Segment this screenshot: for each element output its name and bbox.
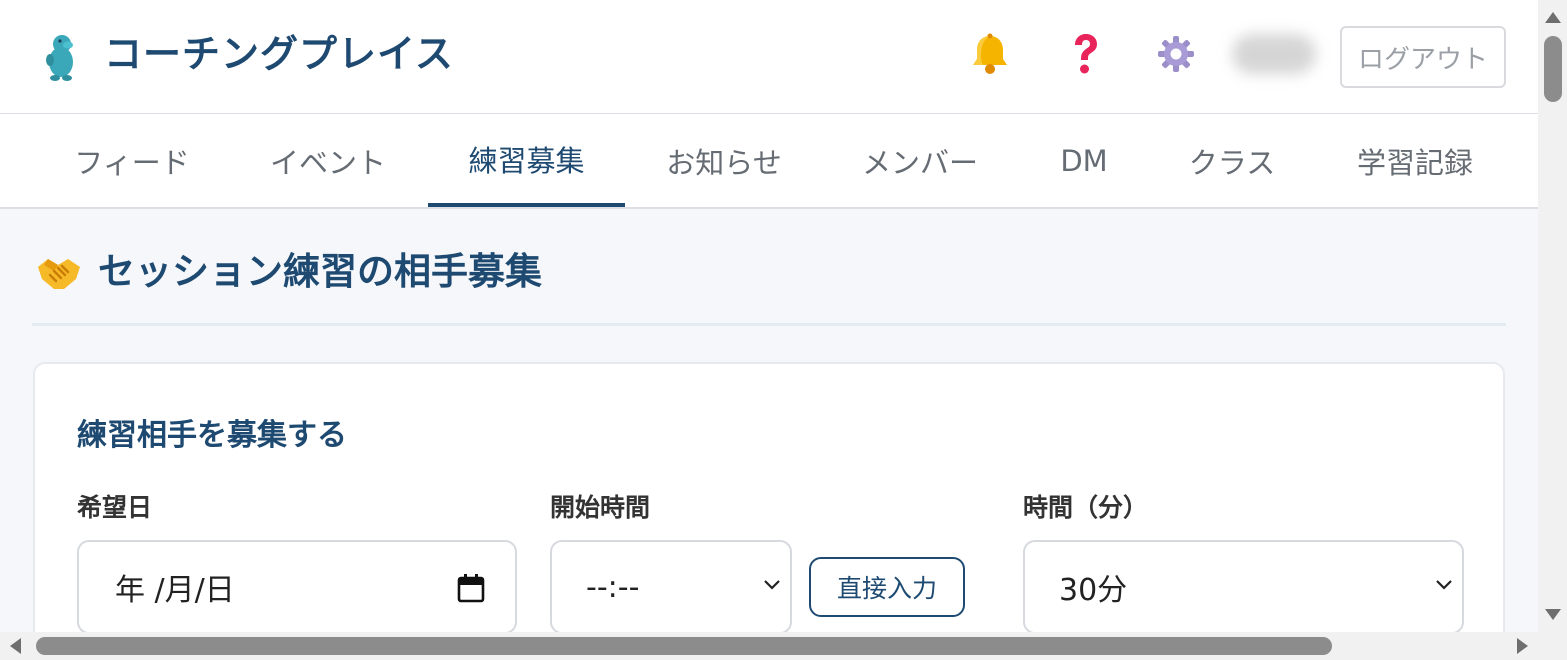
chevron-down-icon [764, 580, 780, 590]
logout-button[interactable]: ログアウト [1340, 26, 1506, 88]
logo-icon[interactable] [40, 30, 82, 82]
page-title: セッション練習の相手募集 [98, 250, 542, 293]
scroll-left-arrow-icon[interactable] [10, 638, 21, 654]
tab-learning-records[interactable]: 学習記録 [1344, 114, 1486, 207]
app-viewport: コーチングプレイス ログアウト フィード イベント 練習募集 お知らせ メンバー… [0, 0, 1538, 632]
start-time-value: --:-- [586, 569, 640, 605]
date-input-value: 年 /月/日 [115, 573, 235, 608]
app-header: コーチングプレイス ログアウト [0, 0, 1538, 114]
tab-classes[interactable]: クラス [1172, 114, 1292, 207]
date-input[interactable]: 年 /月/日 [77, 540, 517, 632]
page-heading: セッション練習の相手募集 [36, 246, 542, 298]
handshake-icon [38, 259, 80, 289]
scroll-right-arrow-icon[interactable] [1517, 638, 1528, 654]
direct-input-button[interactable]: 直接入力 [809, 557, 965, 617]
avatar[interactable] [1232, 34, 1316, 74]
vertical-scrollbar-thumb[interactable] [1544, 36, 1562, 102]
form-title: 練習相手を募集する [77, 418, 347, 453]
recruit-form-card: 練習相手を募集する 希望日 開始時間 時間（分） 年 /月/日 --:-- 直接… [33, 362, 1505, 632]
duration-label: 時間（分） [1023, 493, 1149, 522]
tab-events[interactable]: イベント [258, 114, 398, 207]
scroll-up-arrow-icon[interactable] [1545, 12, 1561, 23]
help-icon[interactable] [1064, 32, 1108, 76]
scroll-down-arrow-icon[interactable] [1545, 609, 1561, 620]
calendar-icon[interactable] [457, 573, 485, 603]
tab-members[interactable]: メンバー [850, 114, 990, 207]
tab-feed[interactable]: フィード [62, 114, 202, 207]
duration-select[interactable]: 30分 [1023, 540, 1464, 632]
duration-value: 30分 [1059, 573, 1128, 608]
section-divider [32, 323, 1506, 326]
chevron-down-icon [1436, 580, 1452, 590]
tab-practice-recruit[interactable]: 練習募集 [428, 114, 625, 207]
tab-dm[interactable]: DM [1044, 114, 1124, 207]
start-time-select[interactable]: --:-- [550, 540, 792, 632]
main-nav-tabs: フィード イベント 練習募集 お知らせ メンバー DM クラス 学習記録 [0, 114, 1538, 209]
gear-icon[interactable] [1154, 32, 1198, 76]
bell-icon[interactable] [968, 32, 1012, 76]
app-title[interactable]: コーチングプレイス [104, 28, 454, 80]
horizontal-scrollbar-thumb[interactable] [36, 637, 1332, 655]
start-time-label: 開始時間 [550, 493, 651, 522]
tab-announcements[interactable]: お知らせ [654, 114, 794, 207]
date-label: 希望日 [77, 493, 153, 522]
